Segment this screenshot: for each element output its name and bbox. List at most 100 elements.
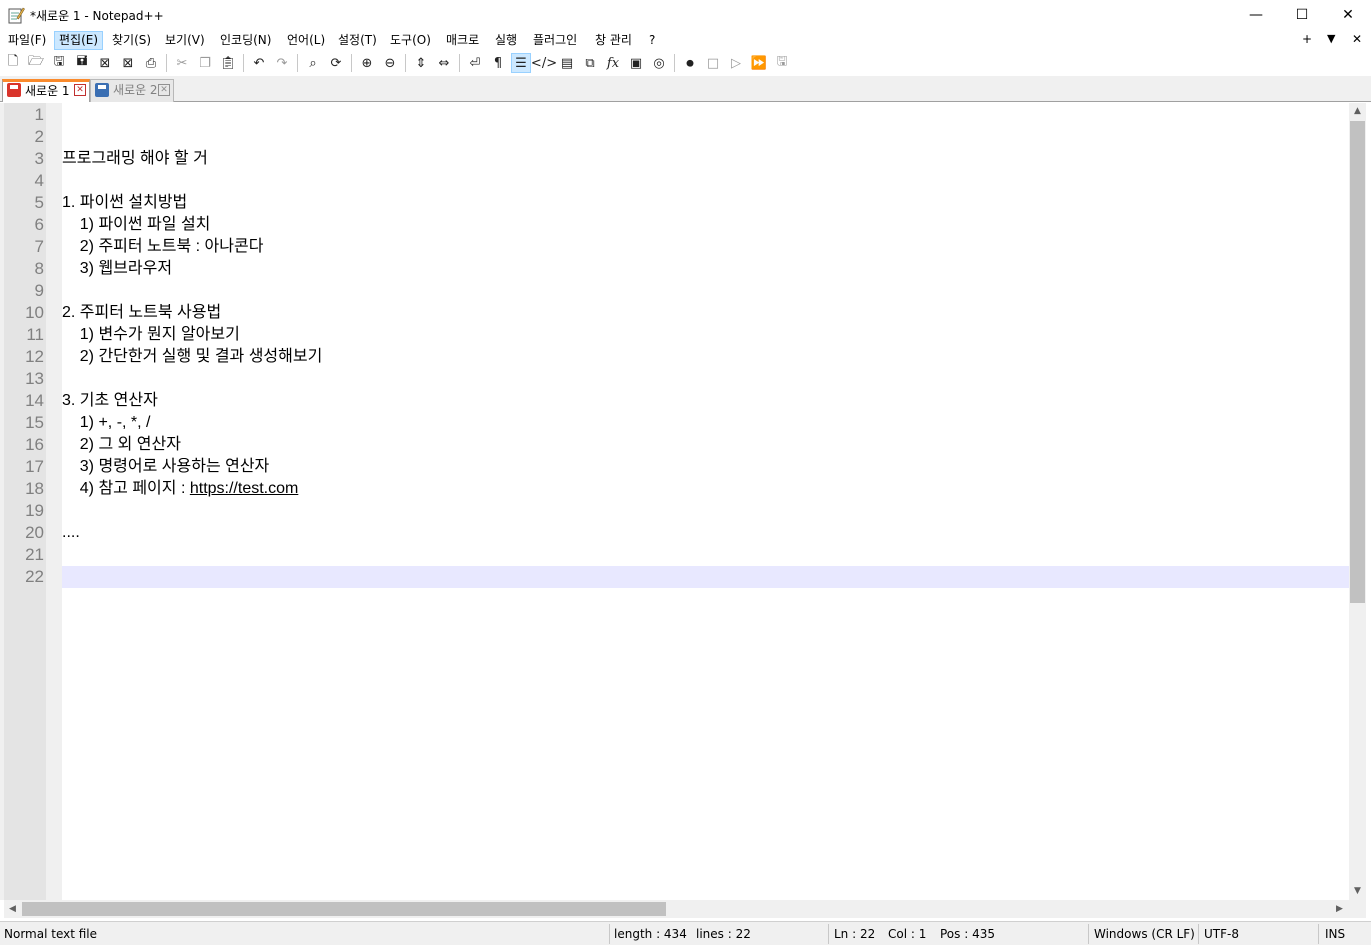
vertical-scrollbar[interactable]: ▲ ▼ xyxy=(1349,103,1366,900)
copy-icon[interactable]: ❐ xyxy=(195,53,215,73)
save-icon[interactable]: 🖫 xyxy=(49,53,69,73)
document-map-icon[interactable]: ▤ xyxy=(557,53,577,73)
code-line[interactable]: 1) 파이썬 파일 설치 xyxy=(62,214,211,236)
menu-language[interactable]: 언어(L) xyxy=(283,31,329,50)
code-line[interactable]: 1) 변수가 뭔지 알아보기 xyxy=(62,324,240,346)
zoom-in-icon[interactable]: ⊕ xyxy=(357,53,377,73)
scroll-down-icon[interactable]: ▼ xyxy=(1349,883,1366,900)
menu-add-icon[interactable]: + xyxy=(1302,32,1312,46)
line-number: 9 xyxy=(34,281,44,300)
toolbar: 🗋 🗁 🖫 🖬 ⊠ ⊠ ⎙ ✂ ❐ 📋︎ ↶ ↷ ⌕ ⟳ ⊕ ⊖ ⇕ ⇔ ⏎ ¶… xyxy=(0,51,1371,76)
status-separator xyxy=(1088,924,1089,944)
cut-icon[interactable]: ✂ xyxy=(172,53,192,73)
menu-macro[interactable]: 매크로 xyxy=(442,31,483,50)
tab-new-1[interactable]: 새로운 1 ✕ xyxy=(2,79,90,102)
redo-icon[interactable]: ↷ xyxy=(272,53,292,73)
horizontal-scroll-thumb[interactable] xyxy=(22,902,666,916)
code-line[interactable]: 2) 간단한거 실행 및 결과 생성해보기 xyxy=(62,346,323,368)
new-file-icon[interactable]: 🗋 xyxy=(3,53,23,73)
code-line-text: 1) +, -, *, / xyxy=(62,414,151,431)
line-number: 4 xyxy=(34,171,44,190)
status-file-type: Normal text file xyxy=(4,927,98,941)
menu-settings[interactable]: 설정(T) xyxy=(334,31,381,50)
menu-dropdown-icon[interactable]: ▼ xyxy=(1327,32,1335,45)
menu-plugins[interactable]: 플러그인 xyxy=(529,31,581,50)
menu-tools[interactable]: 도구(O) xyxy=(386,31,435,50)
menu-edit[interactable]: 편집(E) xyxy=(54,31,104,50)
code-line[interactable]: 3) 웹브라우저 xyxy=(62,258,172,280)
indent-guide-icon[interactable]: ☰ xyxy=(511,53,531,73)
close-all-icon[interactable]: ⊠ xyxy=(118,53,138,73)
code-line-text: 2. 주피터 노트북 사용법 xyxy=(62,304,222,321)
function-list-icon[interactable]: fx xyxy=(603,53,623,73)
stop-record-icon[interactable]: □ xyxy=(703,53,723,73)
toolbar-separator xyxy=(459,54,460,72)
word-wrap-icon[interactable]: ⏎ xyxy=(465,53,485,73)
maximize-button[interactable]: ☐ xyxy=(1279,0,1325,30)
code-line[interactable]: .... xyxy=(62,522,80,544)
find-icon[interactable]: ⌕ xyxy=(303,53,323,73)
status-insert-mode[interactable]: INS xyxy=(1325,927,1345,941)
line-number: 7 xyxy=(34,237,44,256)
sync-horizontal-icon[interactable]: ⇔ xyxy=(434,53,454,73)
code-line[interactable]: 1. 파이썬 설치방법 xyxy=(62,192,187,214)
menu-close-doc-icon[interactable]: ✕ xyxy=(1352,32,1362,46)
vertical-scroll-thumb[interactable] xyxy=(1350,121,1365,603)
scroll-left-icon[interactable]: ◀ xyxy=(4,900,21,918)
status-separator xyxy=(1318,924,1319,944)
close-window-button[interactable]: ✕ xyxy=(1325,0,1371,30)
code-line[interactable]: 3. 기초 연산자 xyxy=(62,390,158,412)
menu-window[interactable]: 창 관리 xyxy=(591,31,636,50)
menu-run[interactable]: 실행 xyxy=(491,31,521,50)
monitoring-icon[interactable]: ▣ xyxy=(626,53,646,73)
undo-icon[interactable]: ↶ xyxy=(249,53,269,73)
status-separator xyxy=(828,924,829,944)
document-list-icon[interactable]: ◎ xyxy=(649,53,669,73)
save-macro-icon[interactable]: 🖫 xyxy=(772,53,792,73)
code-line[interactable]: 4) 참고 페이지 : https://test.com xyxy=(62,478,299,500)
horizontal-scrollbar[interactable]: ◀ ▶ xyxy=(4,900,1349,918)
line-number: 10 xyxy=(25,303,44,322)
tab-new-2[interactable]: 새로운 2 ✕ xyxy=(90,79,174,102)
status-lines: lines : 22 xyxy=(696,927,751,941)
show-all-chars-icon[interactable]: ¶ xyxy=(488,53,508,73)
paste-icon[interactable]: 📋︎ xyxy=(218,53,238,73)
code-line[interactable]: 프로그래밍 해야 할 거 xyxy=(62,148,208,170)
record-macro-icon[interactable]: ⏺ xyxy=(680,53,700,73)
run-macro-multiple-icon[interactable]: ⏩ xyxy=(749,53,769,73)
menu-search[interactable]: 찾기(S) xyxy=(108,31,155,50)
code-line-text: 3) 명령어로 사용하는 연산자 xyxy=(62,458,270,475)
tab-close-icon[interactable]: ✕ xyxy=(74,84,86,96)
xml-tag-icon[interactable]: </> xyxy=(531,53,557,73)
code-line[interactable]: 2) 그 외 연산자 xyxy=(62,434,181,456)
play-macro-icon[interactable]: ▷ xyxy=(726,53,746,73)
menu-encoding[interactable]: 인코딩(N) xyxy=(216,31,275,50)
code-line[interactable]: 1) +, -, *, / xyxy=(62,412,151,434)
menu-view[interactable]: 보기(V) xyxy=(161,31,209,50)
code-line-text: 2) 간단한거 실행 및 결과 생성해보기 xyxy=(62,348,323,365)
status-eol[interactable]: Windows (CR LF) xyxy=(1094,927,1195,941)
code-line[interactable]: 2. 주피터 노트북 사용법 xyxy=(62,302,221,324)
sync-vertical-icon[interactable]: ⇕ xyxy=(411,53,431,73)
fold-margin[interactable] xyxy=(46,103,62,900)
line-number: 8 xyxy=(34,259,44,278)
minimize-button[interactable]: — xyxy=(1233,0,1279,30)
save-all-icon[interactable]: 🖬 xyxy=(72,53,92,73)
scroll-up-icon[interactable]: ▲ xyxy=(1349,103,1366,120)
status-encoding[interactable]: UTF-8 xyxy=(1204,927,1239,941)
toolbar-separator xyxy=(297,54,298,72)
url-link[interactable]: https://test.com xyxy=(190,480,298,497)
code-line[interactable]: 3) 명령어로 사용하는 연산자 xyxy=(62,456,269,478)
print-icon[interactable]: ⎙ xyxy=(141,53,161,73)
open-file-icon[interactable]: 🗁 xyxy=(26,53,46,73)
tab-close-icon[interactable]: ✕ xyxy=(158,84,170,96)
menu-file[interactable]: 파일(F) xyxy=(4,31,50,50)
close-icon[interactable]: ⊠ xyxy=(95,53,115,73)
scroll-right-icon[interactable]: ▶ xyxy=(1331,900,1348,918)
replace-icon[interactable]: ⟳ xyxy=(326,53,346,73)
toolbar-separator xyxy=(243,54,244,72)
menu-help[interactable]: ? xyxy=(645,31,659,50)
clone-doc-icon[interactable]: ⧉ xyxy=(580,53,600,73)
zoom-out-icon[interactable]: ⊖ xyxy=(380,53,400,73)
code-line[interactable]: 2) 주피터 노트북 : 아나콘다 xyxy=(62,236,264,258)
